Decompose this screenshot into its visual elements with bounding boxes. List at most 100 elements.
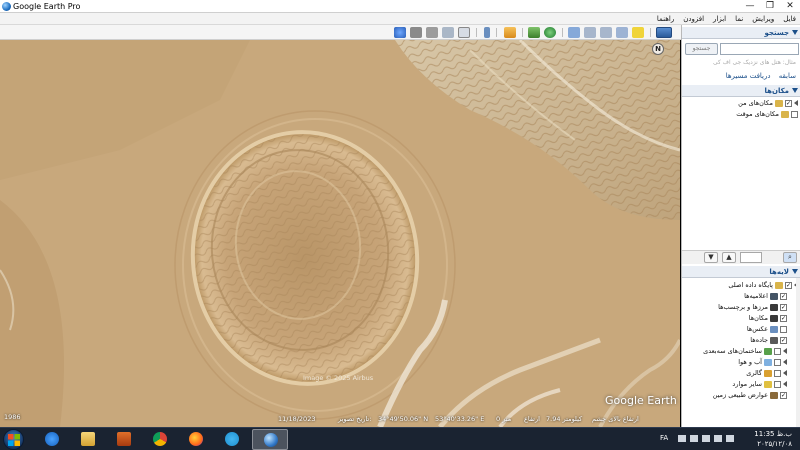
photo-icon — [770, 325, 778, 333]
globe-icon — [775, 281, 783, 289]
sidebar-toggle-icon[interactable] — [656, 27, 672, 38]
language-indicator[interactable]: FA — [660, 434, 668, 442]
menu-bar: فایل ویرایش نما ابزار افزودن راهنما — [0, 13, 800, 25]
layer-item[interactable]: عکس‌ها — [747, 324, 787, 334]
menu-file[interactable]: فایل — [783, 13, 796, 25]
layers-tree: ✓ پایگاه داده اصلی ✓ اعلامیه‌ها ✓ مرزها … — [682, 278, 800, 427]
sunlight-icon[interactable] — [504, 27, 516, 38]
expand-icon[interactable] — [783, 359, 787, 365]
checkbox[interactable] — [791, 110, 798, 118]
compass-north-icon[interactable]: N — [652, 43, 664, 55]
taskbar-file-explorer[interactable] — [72, 429, 104, 450]
move-up-button[interactable]: ▲ — [722, 252, 736, 263]
checkbox[interactable] — [774, 347, 781, 355]
planets-icon[interactable] — [484, 27, 490, 38]
taskbar-chrome[interactable] — [144, 429, 176, 450]
checkbox[interactable]: ✓ — [780, 336, 787, 344]
layer-item[interactable]: ✓ عوارض طبیعی زمین — [713, 390, 787, 400]
taskbar-internet-explorer[interactable] — [36, 429, 68, 450]
email-icon[interactable] — [442, 27, 454, 38]
places-item-my-places[interactable]: ✓ مکان‌های من — [738, 98, 798, 108]
collapse-arrow-icon[interactable] — [792, 269, 798, 274]
menu-add[interactable]: افزودن — [683, 13, 704, 25]
start-button[interactable] — [3, 429, 24, 450]
search-panel-header[interactable]: جستجو — [682, 27, 800, 39]
checkbox[interactable] — [780, 325, 787, 333]
minimize-button[interactable]: — — [740, 0, 760, 13]
tray-icon[interactable] — [726, 435, 734, 442]
add-pin-icon[interactable] — [632, 27, 644, 38]
places-toolbar: ⌕ ▲ ▼ — [682, 250, 800, 264]
menu-view[interactable]: نما — [735, 13, 743, 25]
historical-imagery-icon[interactable] — [528, 27, 540, 38]
layers-panel-header[interactable]: لایه‌ها — [682, 266, 800, 278]
network-icon[interactable] — [678, 435, 686, 442]
print-icon[interactable] — [426, 27, 438, 38]
collapse-arrow-icon[interactable] — [792, 30, 798, 35]
layer-item[interactable]: ✓ اعلامیه‌ها — [744, 291, 787, 301]
checkbox[interactable]: ✓ — [780, 303, 787, 311]
layer-label: عوارض طبیعی زمین — [712, 391, 768, 399]
add-path-icon[interactable] — [584, 27, 596, 38]
search-input[interactable] — [720, 43, 799, 55]
checkbox[interactable]: ✓ — [785, 281, 792, 289]
close-button[interactable]: ✕ — [780, 0, 800, 13]
layer-label: گالری — [746, 369, 762, 377]
search-button[interactable]: جستجو — [685, 43, 718, 55]
places-item-temporary[interactable]: مکان‌های موقت — [736, 109, 798, 119]
taskbar-firefox[interactable] — [180, 429, 212, 450]
checkbox[interactable] — [774, 369, 781, 377]
places-filter-field[interactable] — [740, 252, 762, 263]
places-icon — [770, 314, 778, 322]
layer-item[interactable]: ✓ پایگاه داده اصلی — [728, 280, 798, 290]
expand-icon[interactable] — [783, 370, 787, 376]
layer-item[interactable]: آب و هوا — [738, 357, 787, 367]
taskbar-media-player[interactable] — [108, 429, 140, 450]
record-tour-icon[interactable] — [544, 27, 556, 38]
taskbar-telegram[interactable] — [216, 429, 248, 450]
history-link[interactable]: سابقه — [779, 72, 796, 80]
ruler-icon[interactable] — [458, 27, 470, 38]
volume-icon[interactable] — [690, 435, 698, 442]
places-panel-header[interactable]: مکان‌ها — [682, 85, 800, 97]
layer-item[interactable]: ✓ مرزها و برچسب‌ها — [718, 302, 787, 312]
move-down-button[interactable]: ▼ — [704, 252, 718, 263]
checkbox[interactable]: ✓ — [780, 314, 787, 322]
taskbar-google-earth[interactable] — [252, 429, 288, 450]
menu-tools[interactable]: ابزار — [713, 13, 726, 25]
toolbar-separator — [476, 28, 477, 37]
maximize-button[interactable]: ❐ — [760, 0, 780, 13]
add-polygon-icon[interactable] — [600, 27, 612, 38]
battery-icon[interactable] — [714, 435, 722, 442]
expand-icon[interactable] — [783, 348, 787, 354]
add-image-overlay-icon[interactable] — [568, 27, 580, 38]
collapse-arrow-icon[interactable] — [792, 88, 798, 93]
checkbox[interactable]: ✓ — [785, 99, 792, 107]
layers-scrollbar[interactable] — [796, 278, 800, 427]
layer-label: عکس‌ها — [746, 325, 768, 333]
save-image-icon[interactable] — [410, 27, 422, 38]
flag-icon[interactable] — [702, 435, 710, 442]
map-view[interactable]: N Image © 2025 Airbus Google Earth 1986 … — [0, 40, 680, 427]
checkbox[interactable] — [774, 380, 781, 388]
expand-icon[interactable] — [794, 100, 798, 106]
clock[interactable]: 11:35 ب.ظ ۲۰۲۵/۱۲/۰۸ — [754, 429, 792, 449]
expand-icon[interactable] — [783, 381, 787, 387]
layer-item[interactable]: ✓ مکان‌ها — [749, 313, 787, 323]
menu-edit[interactable]: ویرایش — [752, 13, 774, 25]
checkbox[interactable]: ✓ — [780, 391, 787, 399]
layer-item[interactable]: گالری — [746, 368, 787, 378]
layer-item[interactable]: ساختمان‌های سه‌بعدی — [703, 346, 787, 356]
view-in-maps-icon[interactable] — [394, 27, 406, 38]
eye-altitude-value: 7.94 کیلومتر — [546, 415, 583, 423]
satellite-terrain — [0, 40, 680, 427]
checkbox[interactable]: ✓ — [780, 292, 787, 300]
checkbox[interactable] — [774, 358, 781, 366]
places-tree: ✓ مکان‌های من مکان‌های موقت — [682, 99, 800, 252]
search-places-button[interactable]: ⌕ — [783, 252, 797, 263]
layer-item[interactable]: سایر موارد — [732, 379, 787, 389]
layer-item[interactable]: ✓ جاده‌ها — [750, 335, 787, 345]
get-directions-link[interactable]: دریافت مسیرها — [726, 72, 771, 80]
add-placemark-icon[interactable] — [616, 27, 628, 38]
menu-help[interactable]: راهنما — [657, 13, 674, 25]
